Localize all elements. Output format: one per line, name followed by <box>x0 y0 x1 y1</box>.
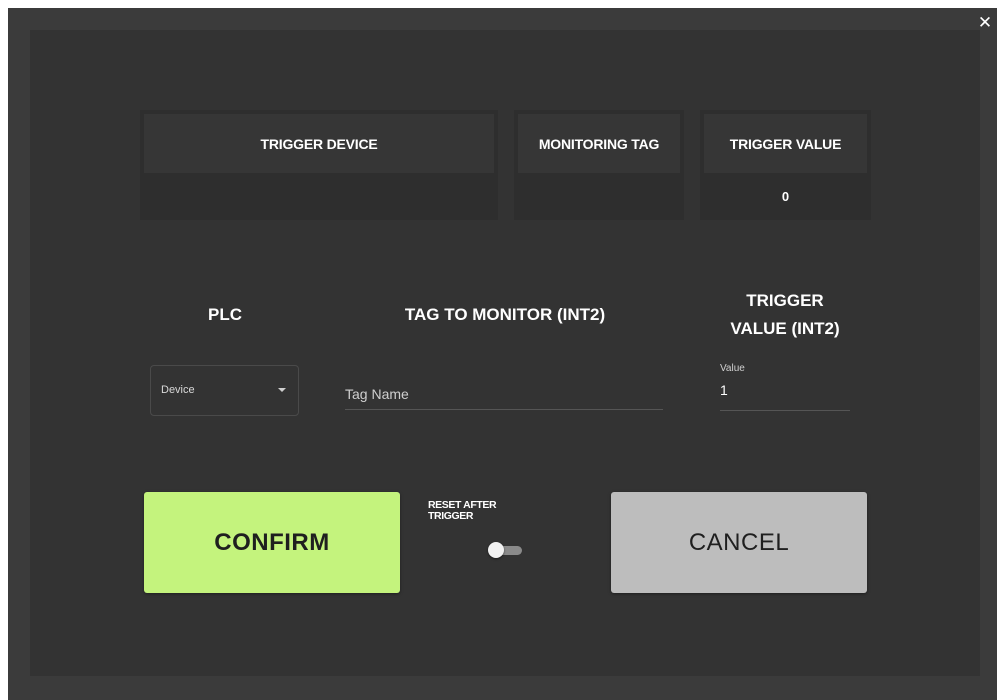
trigger-value-label-line1: TRIGGER <box>746 291 824 310</box>
trigger-value-label: TRIGGER VALUE (INT2) <box>700 290 870 340</box>
tag-name-input[interactable] <box>345 379 663 410</box>
reset-label-line2: TRIGGER <box>428 510 474 522</box>
trigger-value-cell: TRIGGER VALUE 0 <box>700 110 871 220</box>
monitoring-tag-value <box>518 177 680 216</box>
monitoring-tag-header: MONITORING TAG <box>518 114 680 173</box>
plc-device-select[interactable]: Device <box>150 365 299 416</box>
value-field-label: Value <box>720 363 745 374</box>
trigger-device-cell: TRIGGER DEVICE <box>140 110 498 220</box>
trigger-device-value <box>144 177 494 216</box>
toggle-thumb <box>488 542 504 558</box>
monitoring-tag-cell: MONITORING TAG <box>514 110 684 220</box>
trigger-value-value: 0 <box>781 189 790 204</box>
device-select-value: Device <box>161 384 195 396</box>
trigger-value-field[interactable]: Value 1 <box>720 360 850 411</box>
plc-label: PLC <box>208 305 242 324</box>
trigger-value-label-line2: VALUE (INT2) <box>730 319 840 338</box>
trigger-device-header: TRIGGER DEVICE <box>144 114 494 173</box>
tag-to-monitor-label: TAG TO MONITOR (INT2) <box>404 305 606 324</box>
chevron-down-icon <box>278 388 286 392</box>
reset-after-trigger-toggle[interactable] <box>488 541 524 559</box>
confirm-button[interactable]: CONFIRM <box>144 492 400 593</box>
value-field-input[interactable]: 1 <box>720 382 728 398</box>
trigger-value-header: TRIGGER VALUE <box>704 114 867 173</box>
reset-after-trigger-label: RESET AFTER TRIGGER <box>428 500 518 522</box>
cancel-button[interactable]: CANCEL <box>611 492 867 593</box>
